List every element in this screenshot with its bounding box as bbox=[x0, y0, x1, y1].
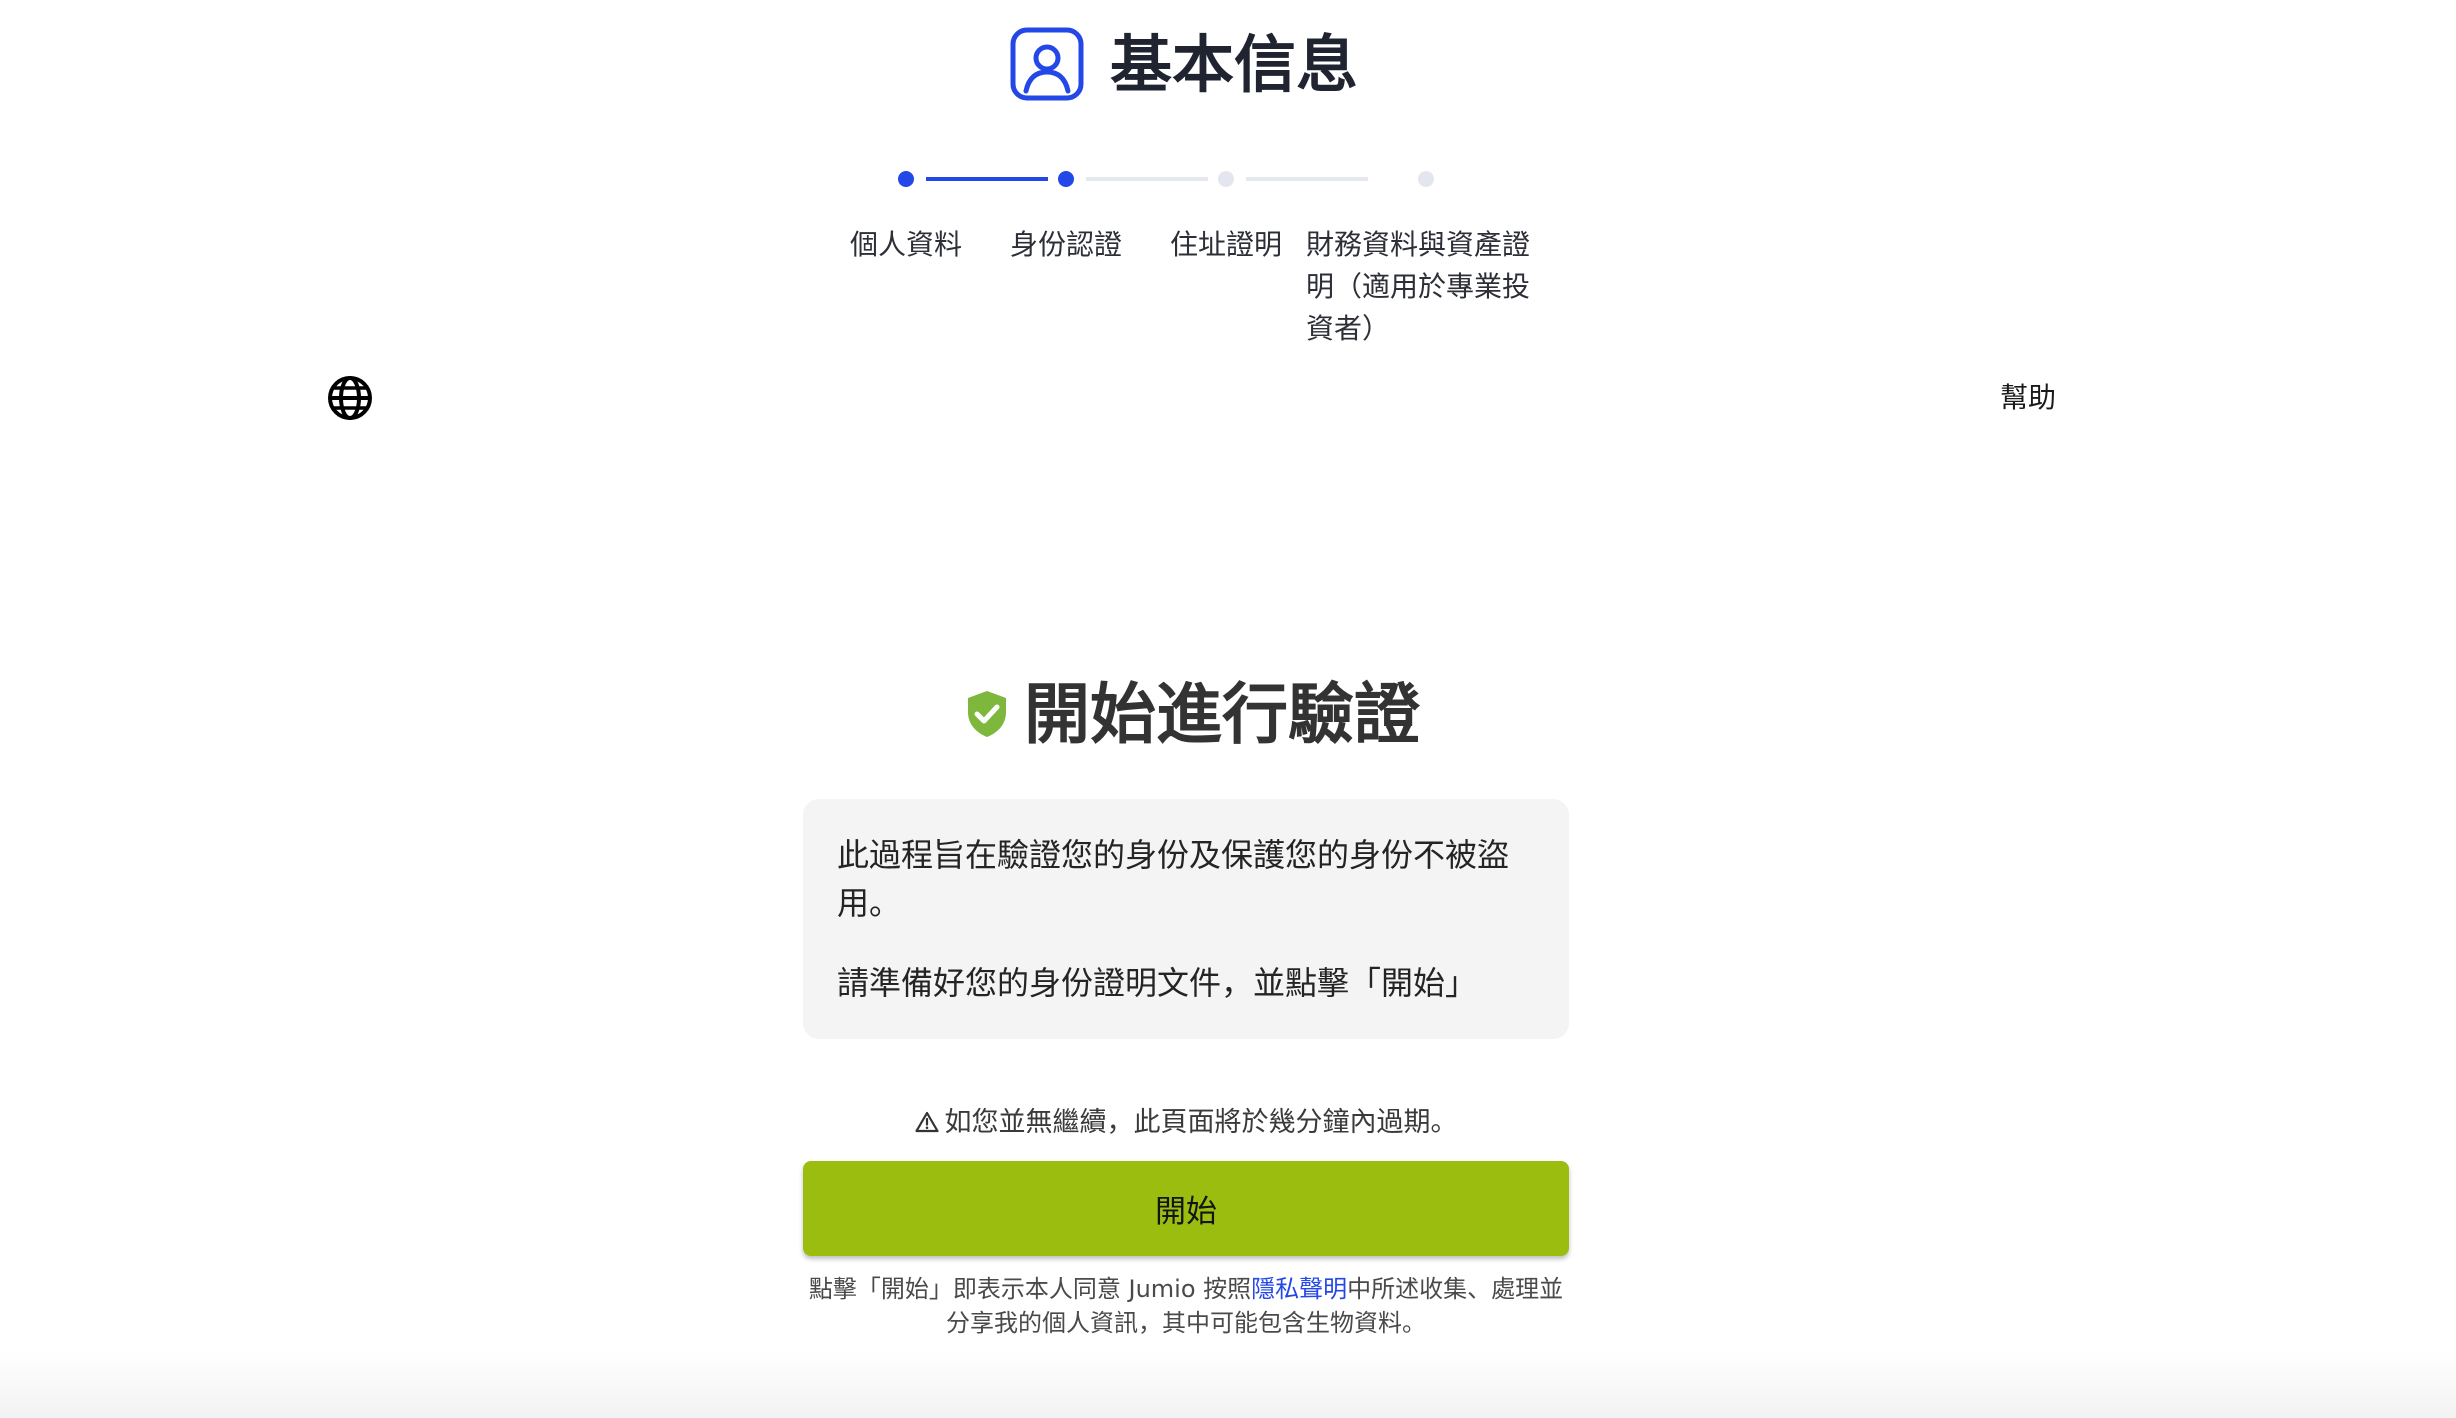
step-connector bbox=[1246, 177, 1368, 181]
shield-check-icon bbox=[966, 690, 1008, 738]
expiry-warning: 如您並無繼續，此頁面將於幾分鐘內過期。 bbox=[803, 1102, 1569, 1144]
consent-notice: 點擊「開始」即表示本人同意 Jumio 按照隱私聲明中所述收集、處理並分享我的個… bbox=[800, 1272, 1572, 1340]
consent-text-before: 點擊「開始」即表示本人同意 Jumio 按照 bbox=[808, 1275, 1252, 1303]
info-box: 此過程旨在驗證您的身份及保護您的身份不被盜用。 請準備好您的身份證明文件，並點擊… bbox=[803, 799, 1569, 1039]
user-profile-icon bbox=[1010, 27, 1084, 101]
verification-title: 開始進行驗證 bbox=[1024, 676, 1420, 753]
step-label-identity: 身份認證 bbox=[1009, 228, 1122, 261]
page-title: 基本信息 bbox=[1110, 28, 1359, 101]
privacy-statement-link[interactable]: 隱私聲明 bbox=[1251, 1275, 1347, 1303]
step-connector bbox=[926, 177, 1048, 181]
step-dot-personal-info bbox=[898, 171, 914, 187]
step-label-address: 住址證明 bbox=[1169, 228, 1282, 261]
start-button[interactable]: 開始 bbox=[803, 1161, 1569, 1256]
help-link[interactable]: 幫助 bbox=[2000, 377, 2066, 419]
globe-icon[interactable] bbox=[326, 374, 374, 422]
warning-text: 如您並無繼續，此頁面將於幾分鐘內過期。 bbox=[944, 1107, 1458, 1138]
step-connector bbox=[1086, 177, 1208, 181]
step-label-personal-info: 個人資料 bbox=[849, 228, 962, 261]
bottom-shade bbox=[0, 1350, 2456, 1418]
step-label-financial: 財務資料與資產證明（適用於專業投資者） bbox=[1306, 228, 1531, 345]
info-paragraph-purpose: 此過程旨在驗證您的身份及保護您的身份不被盜用。 bbox=[837, 836, 1510, 922]
step-dot-financial bbox=[1418, 171, 1434, 187]
step-dot-address bbox=[1218, 171, 1234, 187]
info-paragraph-instructions: 請準備好您的身份證明文件，並點擊「開始」 bbox=[837, 964, 1478, 1002]
step-dot-identity bbox=[1058, 171, 1074, 187]
warning-icon bbox=[914, 1102, 939, 1144]
